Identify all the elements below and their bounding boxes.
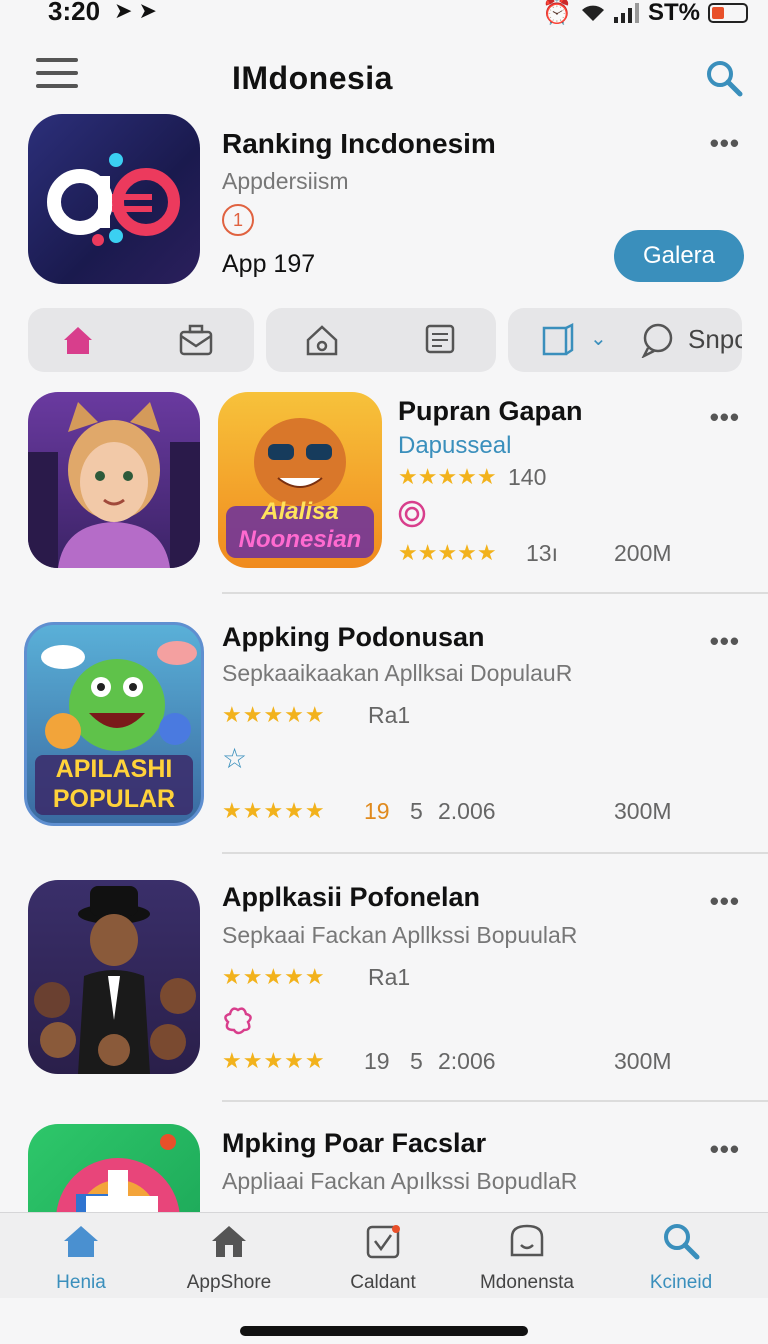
chat-bubble-icon (510, 1224, 544, 1257)
tab-home[interactable]: Henia (6, 1221, 156, 1294)
rating-count: 140 (508, 464, 547, 490)
tab-label: Henia (56, 1272, 106, 1293)
tab-label: Mdonensta (479, 1272, 574, 1293)
app-name[interactable]: Pupran Gapan (398, 396, 583, 427)
document-icon[interactable] (422, 322, 458, 358)
chevron-down-icon[interactable]: ⌄ (590, 326, 607, 351)
list-item[interactable]: Applkasii Pofonelan Sepkaai Fackan Apllk… (0, 880, 768, 1106)
more-options-icon[interactable]: ••• (710, 128, 740, 159)
tab-label: AppShore (186, 1272, 272, 1293)
rating-count: 19 (364, 798, 390, 824)
category-chips: ⌄ Snpc (28, 308, 768, 372)
app-name[interactable]: Appking Podonusan (222, 622, 485, 653)
rating-label: Ra1 (368, 702, 411, 728)
list-item[interactable]: Mpking Poar Facslar Appliaai Fackan Apıl… (0, 1124, 768, 1214)
list-item[interactable]: APILASHI POPULAR Appking Podonusan Sepka… (0, 620, 768, 860)
tab-indonesia[interactable]: Mdonensta (452, 1221, 602, 1294)
app-description: Sepkaai Fackan Apllkssi BopuulaR (222, 922, 578, 948)
featured-app-meta: App 197 (222, 250, 316, 278)
app-description: Appliaai Fackan Apılkssi BopudlaR (222, 1168, 578, 1194)
divider (222, 592, 768, 594)
tab-appstore[interactable]: AppShore (154, 1221, 304, 1294)
location-icon: ➤ ➤ (114, 0, 157, 23)
more-options-icon[interactable]: ••• (710, 886, 740, 917)
list-item[interactable]: Alalisa Noonesian Pupran Gapan Dapusseal… (0, 390, 768, 596)
rating-count: 13ı (526, 540, 558, 566)
status-time: 3:20 (48, 0, 101, 26)
briefcase-icon[interactable] (178, 322, 214, 358)
home-indicator[interactable] (240, 1326, 528, 1336)
download-count: 2.006 (438, 798, 496, 824)
featured-app-icon[interactable] (28, 114, 200, 284)
book-icon[interactable] (540, 322, 576, 358)
banner-text: Alalisa (261, 498, 339, 525)
more-options-icon[interactable]: ••• (710, 1134, 740, 1165)
star-rating: ★★★★★ (398, 464, 497, 489)
star-outline-icon[interactable]: ☆ (222, 742, 247, 775)
app-size: 300M (614, 1048, 672, 1074)
app-screenshot[interactable] (28, 392, 200, 568)
alarm-icon: ⏰ (542, 0, 572, 26)
star-rating: ★★★★★ (222, 702, 326, 727)
chat-icon[interactable] (640, 322, 676, 358)
app-description: Sepkaaikaakan Apllksai DopulauR (222, 660, 573, 686)
app-name[interactable]: Mpking Poar Facslar (222, 1128, 486, 1159)
battery-percent: ST% (647, 0, 700, 26)
store-icon (212, 1226, 246, 1257)
tab-label: Caldant (350, 1272, 416, 1293)
chip-group-3: ⌄ Snpc (508, 308, 742, 372)
chip-group-1 (28, 308, 254, 372)
battery-icon (708, 2, 748, 23)
menu-icon[interactable] (36, 58, 78, 88)
divider (222, 852, 768, 854)
calendar-icon (366, 1225, 400, 1259)
featured-app-subtitle: Appdersiism (222, 168, 349, 194)
app-screenshot[interactable] (28, 880, 200, 1074)
rank-badge: 1 (222, 204, 254, 236)
tab-search[interactable]: Kcineid (606, 1221, 756, 1294)
app-size: 200M (614, 540, 672, 566)
search-icon[interactable] (704, 58, 744, 98)
target-icon (398, 500, 426, 528)
app-header: IMdonesia (0, 50, 768, 110)
status-bar: 3:20 ➤ ➤ ⏰ ST% (0, 0, 768, 32)
wifi-icon (581, 5, 604, 21)
app-icon[interactable]: APILASHI POPULAR (24, 622, 204, 826)
get-button[interactable]: Galera (614, 230, 744, 282)
divider (222, 1100, 768, 1102)
star-rating: ★★★★★ (222, 1048, 326, 1073)
app-icon[interactable] (28, 1124, 200, 1214)
rating-count: 5 (410, 798, 423, 824)
page-title: IMdonesia (232, 60, 393, 96)
tab-calendar[interactable]: Caldant (308, 1221, 458, 1294)
developer-link[interactable]: Dapusseal (398, 432, 511, 460)
more-options-icon[interactable]: ••• (710, 402, 740, 433)
star-rating: ★★★★★ (222, 798, 326, 823)
rating-count: 5 (410, 1048, 423, 1074)
banner-text: Noonesian (238, 526, 362, 553)
app-banner[interactable]: Alalisa Noonesian (218, 392, 382, 568)
home-icon (64, 1226, 98, 1257)
download-count: 2:006 (438, 1048, 496, 1074)
flower-icon (224, 1007, 252, 1035)
bottom-tab-bar: Henia AppShore Caldant Mdonensta Kcineid (0, 1212, 768, 1298)
tab-label: Kcineid (649, 1272, 713, 1293)
featured-app[interactable]: Ranking Incdonesim Appdersiism 1 App 197… (0, 112, 768, 292)
star-rating: ★★★★★ (398, 540, 497, 565)
icon-text: APILASHI (55, 755, 173, 783)
rating-count: 19 (364, 1048, 390, 1074)
app-name[interactable]: Applkasii Pofonelan (222, 882, 480, 913)
featured-app-name[interactable]: Ranking Incdonesim (222, 128, 496, 160)
house-icon[interactable] (304, 322, 340, 358)
chip-group-2 (266, 308, 496, 372)
star-rating: ★★★★★ (222, 964, 326, 989)
signal-icon (613, 2, 639, 23)
icon-text: POPULAR (52, 785, 176, 813)
chip-label[interactable]: Snpc (688, 324, 742, 355)
rating-label: Ra1 (368, 964, 411, 990)
more-options-icon[interactable]: ••• (710, 626, 740, 657)
app-size: 300M (614, 798, 672, 824)
search-icon (664, 1224, 700, 1260)
home-icon[interactable] (60, 322, 96, 358)
